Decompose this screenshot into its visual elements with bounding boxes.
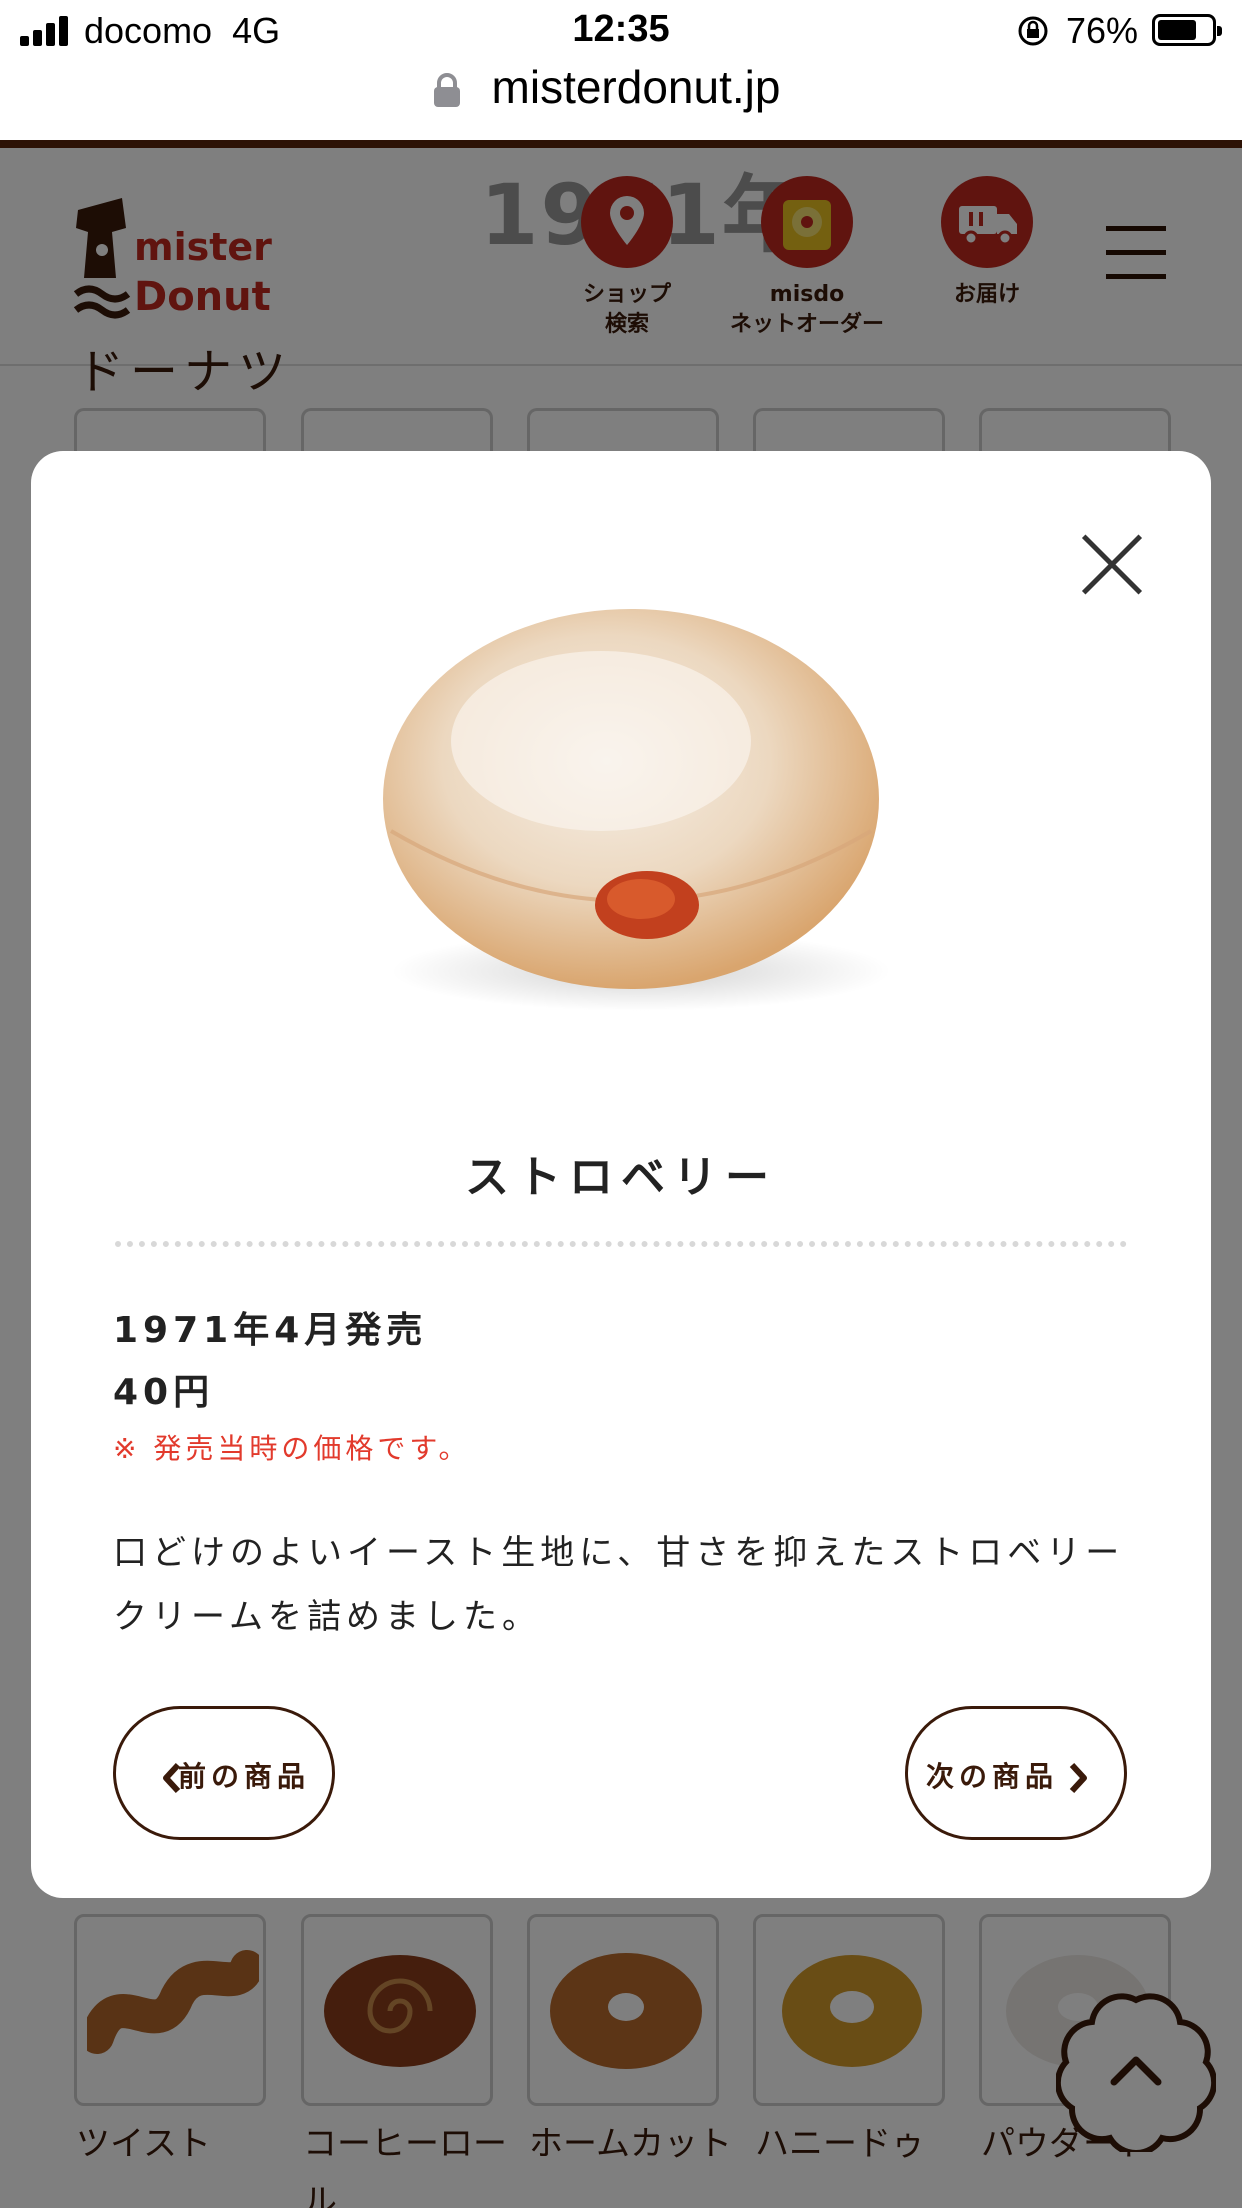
battery-icon xyxy=(1152,14,1222,46)
chevron-right-icon xyxy=(1069,1762,1087,1794)
strawberry-donut-image xyxy=(383,609,891,1011)
dotted-divider xyxy=(115,1241,1127,1247)
rotation-lock-icon xyxy=(1018,16,1048,46)
browser-url-bar[interactable]: misterdonut.jp xyxy=(0,52,1242,142)
previous-product-button[interactable]: 前の商品 xyxy=(113,1706,335,1840)
release-date: 1971年4月発売 xyxy=(113,1310,428,1351)
battery-percent: 76% xyxy=(1066,10,1139,51)
clock: 12:35 xyxy=(572,8,670,50)
product-detail-modal: ストロベリー 1971年4月発売 40円 ※ 発売当時の価格です。 口どけのよい… xyxy=(31,451,1211,1898)
product-name: ストロベリー xyxy=(465,1152,777,1203)
battery-fill xyxy=(1158,20,1197,40)
url-text[interactable]: misterdonut.jp xyxy=(0,60,1242,114)
price: 40円 xyxy=(113,1372,215,1413)
product-description: 口どけのよいイースト生地に、甘さを抑えたストロベリークリームを詰めました。 xyxy=(113,1533,1125,1637)
next-product-label: 次の商品 xyxy=(926,1760,1059,1793)
price-note: ※ 発売当時の価格です。 xyxy=(113,1432,471,1465)
next-product-button[interactable]: 次の商品 xyxy=(905,1706,1127,1840)
header-top-border xyxy=(0,140,1242,148)
previous-product-label: 前の商品 xyxy=(178,1760,311,1793)
close-icon[interactable] xyxy=(1079,531,1145,597)
